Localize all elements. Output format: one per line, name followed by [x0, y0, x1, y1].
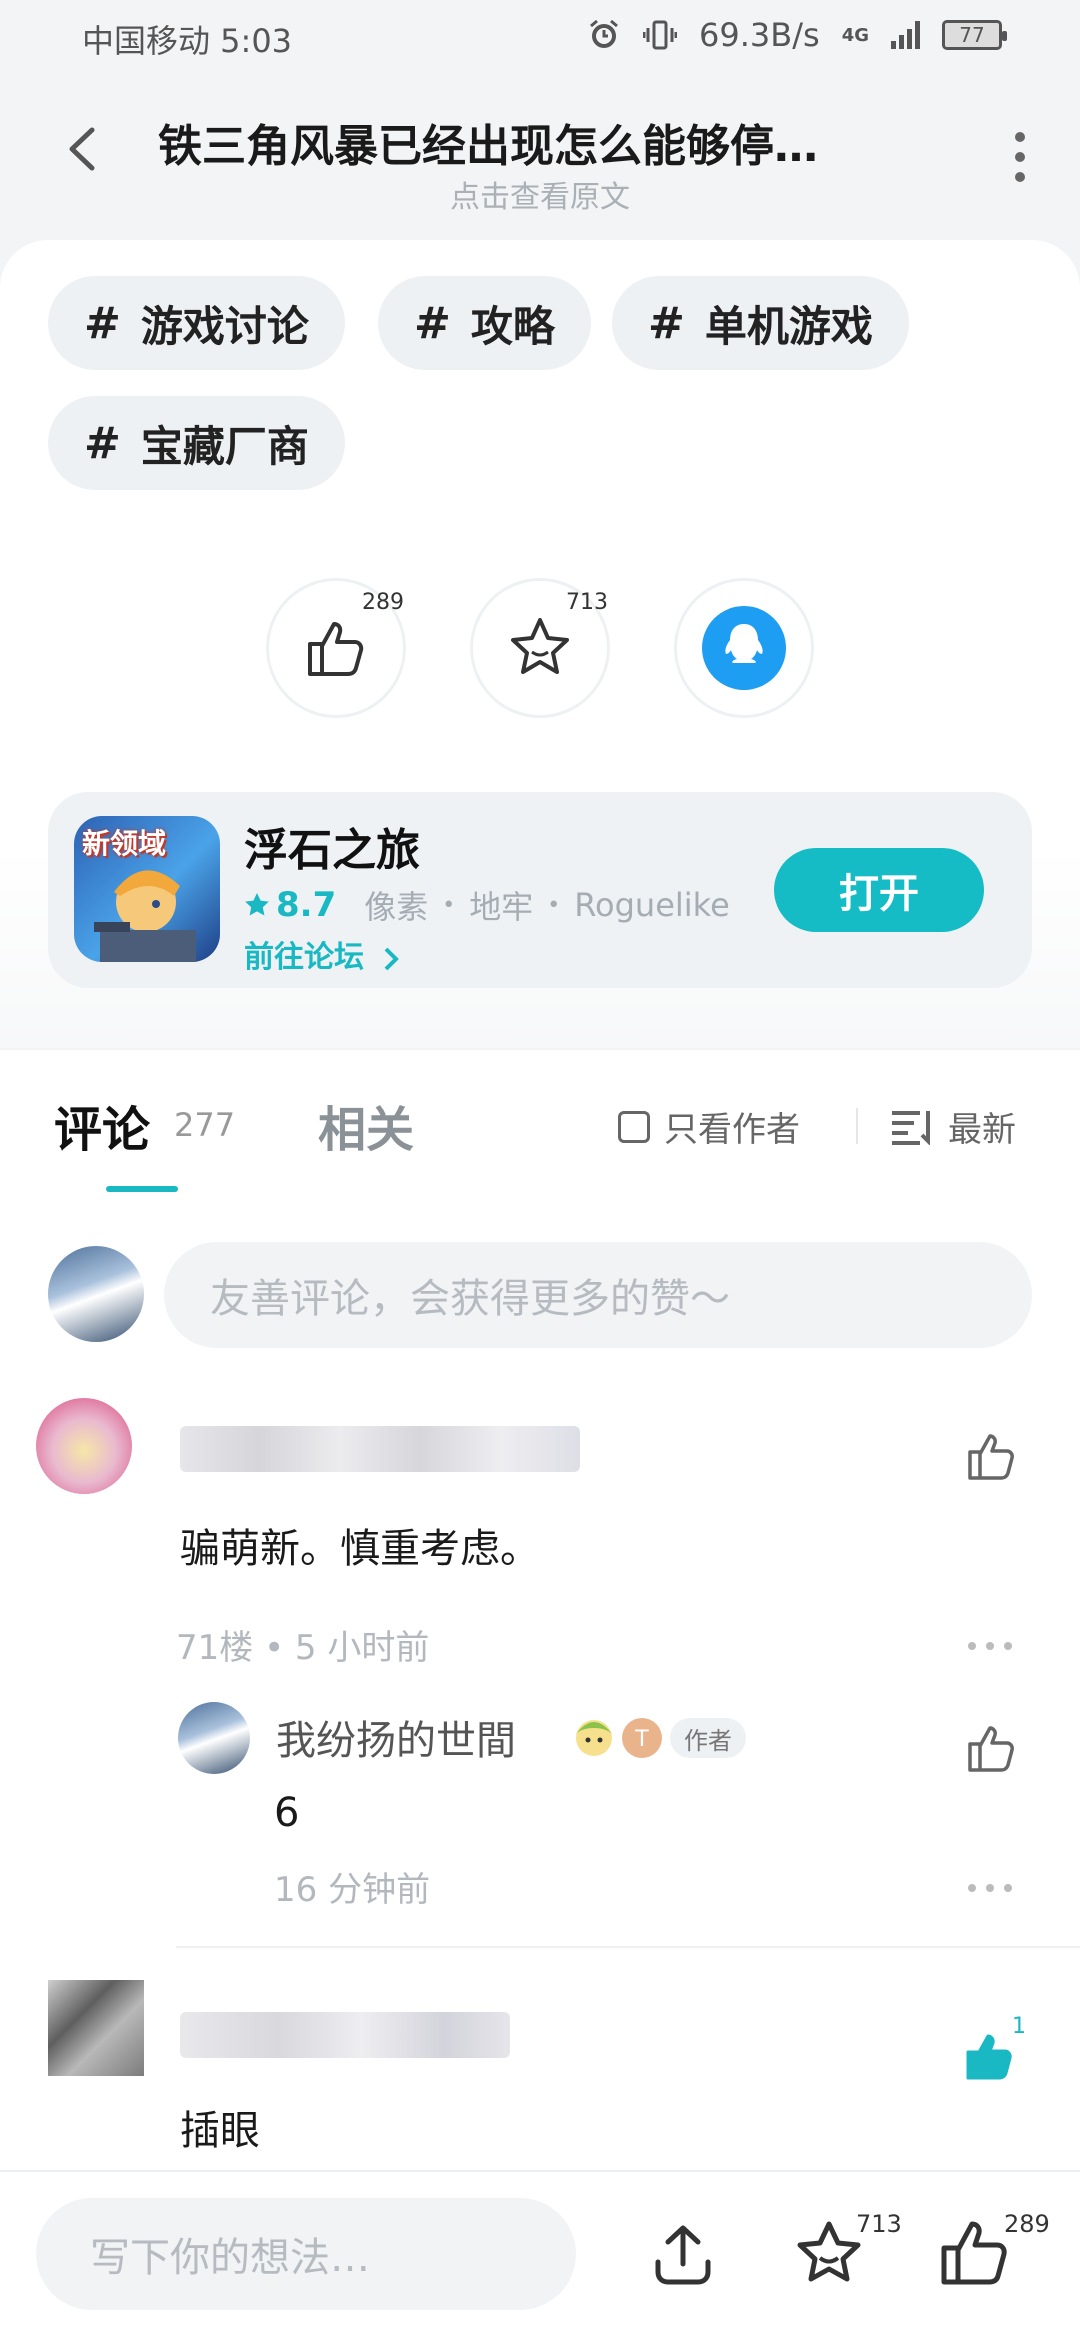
- app-meta: 8.7 像素 • 地牢 • Roguelike: [244, 882, 730, 928]
- tag-game-discussion[interactable]: # 游戏讨论: [48, 276, 345, 370]
- comment-meta: 71楼 • 5 小时前: [176, 1628, 430, 1668]
- divider: [176, 1946, 1080, 1948]
- qq-icon: [702, 606, 786, 690]
- divider: [856, 1108, 858, 1144]
- tag-label: 单机游戏: [704, 301, 873, 351]
- avatar[interactable]: [48, 1980, 144, 2076]
- comment-input[interactable]: 友善评论，会获得更多的赞～: [164, 1242, 1032, 1348]
- star-icon[interactable]: [794, 2218, 864, 2288]
- vibrate-icon: [643, 20, 678, 50]
- checkbox-icon: [618, 1110, 650, 1143]
- back-icon[interactable]: [58, 124, 108, 174]
- comment-text: 骗萌新。慎重考虑。: [180, 1526, 540, 1572]
- more-options-icon[interactable]: [968, 1884, 1012, 1896]
- tag-single-player[interactable]: # 单机游戏: [612, 276, 909, 370]
- reply-username[interactable]: 我纷扬的世間: [276, 1708, 516, 1766]
- app-card[interactable]: 新领域 浮石之旅 8.7 像素 • 地牢 • Roguelike 前往论坛 打开: [48, 792, 1032, 988]
- battery-level: 77: [959, 23, 985, 47]
- sort-toggle[interactable]: 最新: [890, 1102, 1016, 1151]
- thumbs-up-filled-icon[interactable]: [964, 2030, 1016, 2082]
- reply-text: 6: [274, 1790, 300, 1836]
- hash-icon: #: [84, 297, 121, 349]
- alarm-icon: [590, 19, 618, 48]
- app-tag: Roguelike: [574, 886, 730, 924]
- favorite-count: 713: [856, 2210, 902, 2238]
- sort-label: 最新: [948, 1110, 1016, 1150]
- forum-link-label: 前往论坛: [244, 940, 364, 975]
- hash-icon: #: [414, 297, 451, 349]
- username-blurred[interactable]: [180, 2012, 510, 2058]
- status-bar: 中国移动 5:03 69.3B/s 4G 77: [0, 0, 1080, 72]
- thumbs-up-icon[interactable]: [966, 1430, 1018, 1482]
- tag-treasure-developer[interactable]: # 宝藏厂商: [48, 396, 345, 490]
- tab-comments[interactable]: 评论: [54, 1090, 150, 1160]
- level-badge-icon: T: [622, 1718, 662, 1758]
- active-tab-indicator: [106, 1186, 178, 1192]
- share-icon[interactable]: [648, 2220, 718, 2290]
- comments-section: 评论 277 相关 只看作者 最新 友善评论，会获得更多的赞～ 骗萌新。慎重考虑…: [0, 1050, 1080, 2170]
- app-tag: 像素: [364, 888, 429, 926]
- tag-strategy[interactable]: # 攻略: [378, 276, 591, 370]
- like-count: 289: [362, 590, 404, 615]
- bottom-comment-input[interactable]: 写下你的想法…: [36, 2198, 576, 2310]
- only-author-toggle[interactable]: 只看作者: [618, 1102, 800, 1151]
- battery-icon: 77: [942, 20, 1007, 50]
- open-app-button[interactable]: 打开: [774, 848, 984, 932]
- hash-icon: #: [648, 297, 685, 349]
- forum-link[interactable]: 前往论坛: [244, 932, 402, 976]
- thumbs-up-icon: [308, 622, 364, 676]
- page-title: 铁三角风暴已经出现怎么能够停…: [158, 121, 818, 172]
- thumbs-up-icon[interactable]: [938, 2218, 1008, 2288]
- reply-meta: 16 分钟前: [274, 1870, 431, 1910]
- like-count: 289: [1004, 2210, 1050, 2238]
- sort-icon: [892, 1110, 930, 1145]
- tag-label: 宝藏厂商: [140, 421, 309, 471]
- rating-value: 8.7: [276, 885, 337, 925]
- comment-count: 277: [174, 1106, 236, 1144]
- hash-icon: #: [84, 417, 121, 469]
- chevron-right-icon: [385, 947, 400, 970]
- star-icon: [511, 618, 569, 674]
- more-options-icon[interactable]: [968, 1642, 1012, 1654]
- tab-related[interactable]: 相关: [318, 1090, 414, 1160]
- comment-text: 插眼: [180, 2108, 260, 2154]
- app-tag: 地牢: [469, 888, 534, 926]
- status-icons: 69.3B/s 4G 77: [587, 16, 1007, 54]
- avatar[interactable]: [178, 1702, 250, 1774]
- tag-label: 攻略: [470, 301, 555, 351]
- signal-icon: [891, 21, 920, 49]
- app-name: 浮石之旅: [244, 825, 420, 876]
- author-badge: 作者: [670, 1718, 746, 1758]
- username-blurred[interactable]: [180, 1426, 580, 1472]
- only-author-label: 只看作者: [664, 1110, 800, 1150]
- svg-text:T: T: [634, 1727, 649, 1752]
- avatar[interactable]: [36, 1398, 132, 1494]
- avatar: [48, 1246, 144, 1342]
- star-filled-icon: [245, 893, 269, 916]
- app-icon: 新领域: [74, 816, 220, 962]
- dot-separator: •: [547, 892, 561, 918]
- thumbs-up-icon[interactable]: [966, 1722, 1018, 1774]
- character-badge-icon: [576, 1720, 612, 1756]
- carrier-time: 中国移动 5:03: [82, 22, 293, 60]
- like-count: 1: [1012, 2014, 1026, 2039]
- tag-label: 游戏讨论: [140, 301, 309, 351]
- network-type: 4G: [841, 24, 869, 46]
- app-rating: 8.7: [244, 885, 336, 925]
- post-card: # 游戏讨论 # 攻略 # 单机游戏 # 宝藏厂商 289 713 新领域 浮石之旅 8…: [0, 240, 1080, 1048]
- bottom-bar: 写下你的想法… 713 289: [0, 2170, 1080, 2340]
- more-icon[interactable]: [1008, 132, 1032, 182]
- dot-separator: •: [442, 892, 456, 918]
- share-qq-button[interactable]: [674, 578, 814, 718]
- favorite-count: 713: [566, 590, 608, 615]
- header: 铁三角风暴已经出现怎么能够停… 点击查看原文: [0, 72, 1080, 242]
- network-speed: 69.3B/s: [699, 16, 820, 54]
- view-original-link[interactable]: 点击查看原文: [0, 172, 1080, 216]
